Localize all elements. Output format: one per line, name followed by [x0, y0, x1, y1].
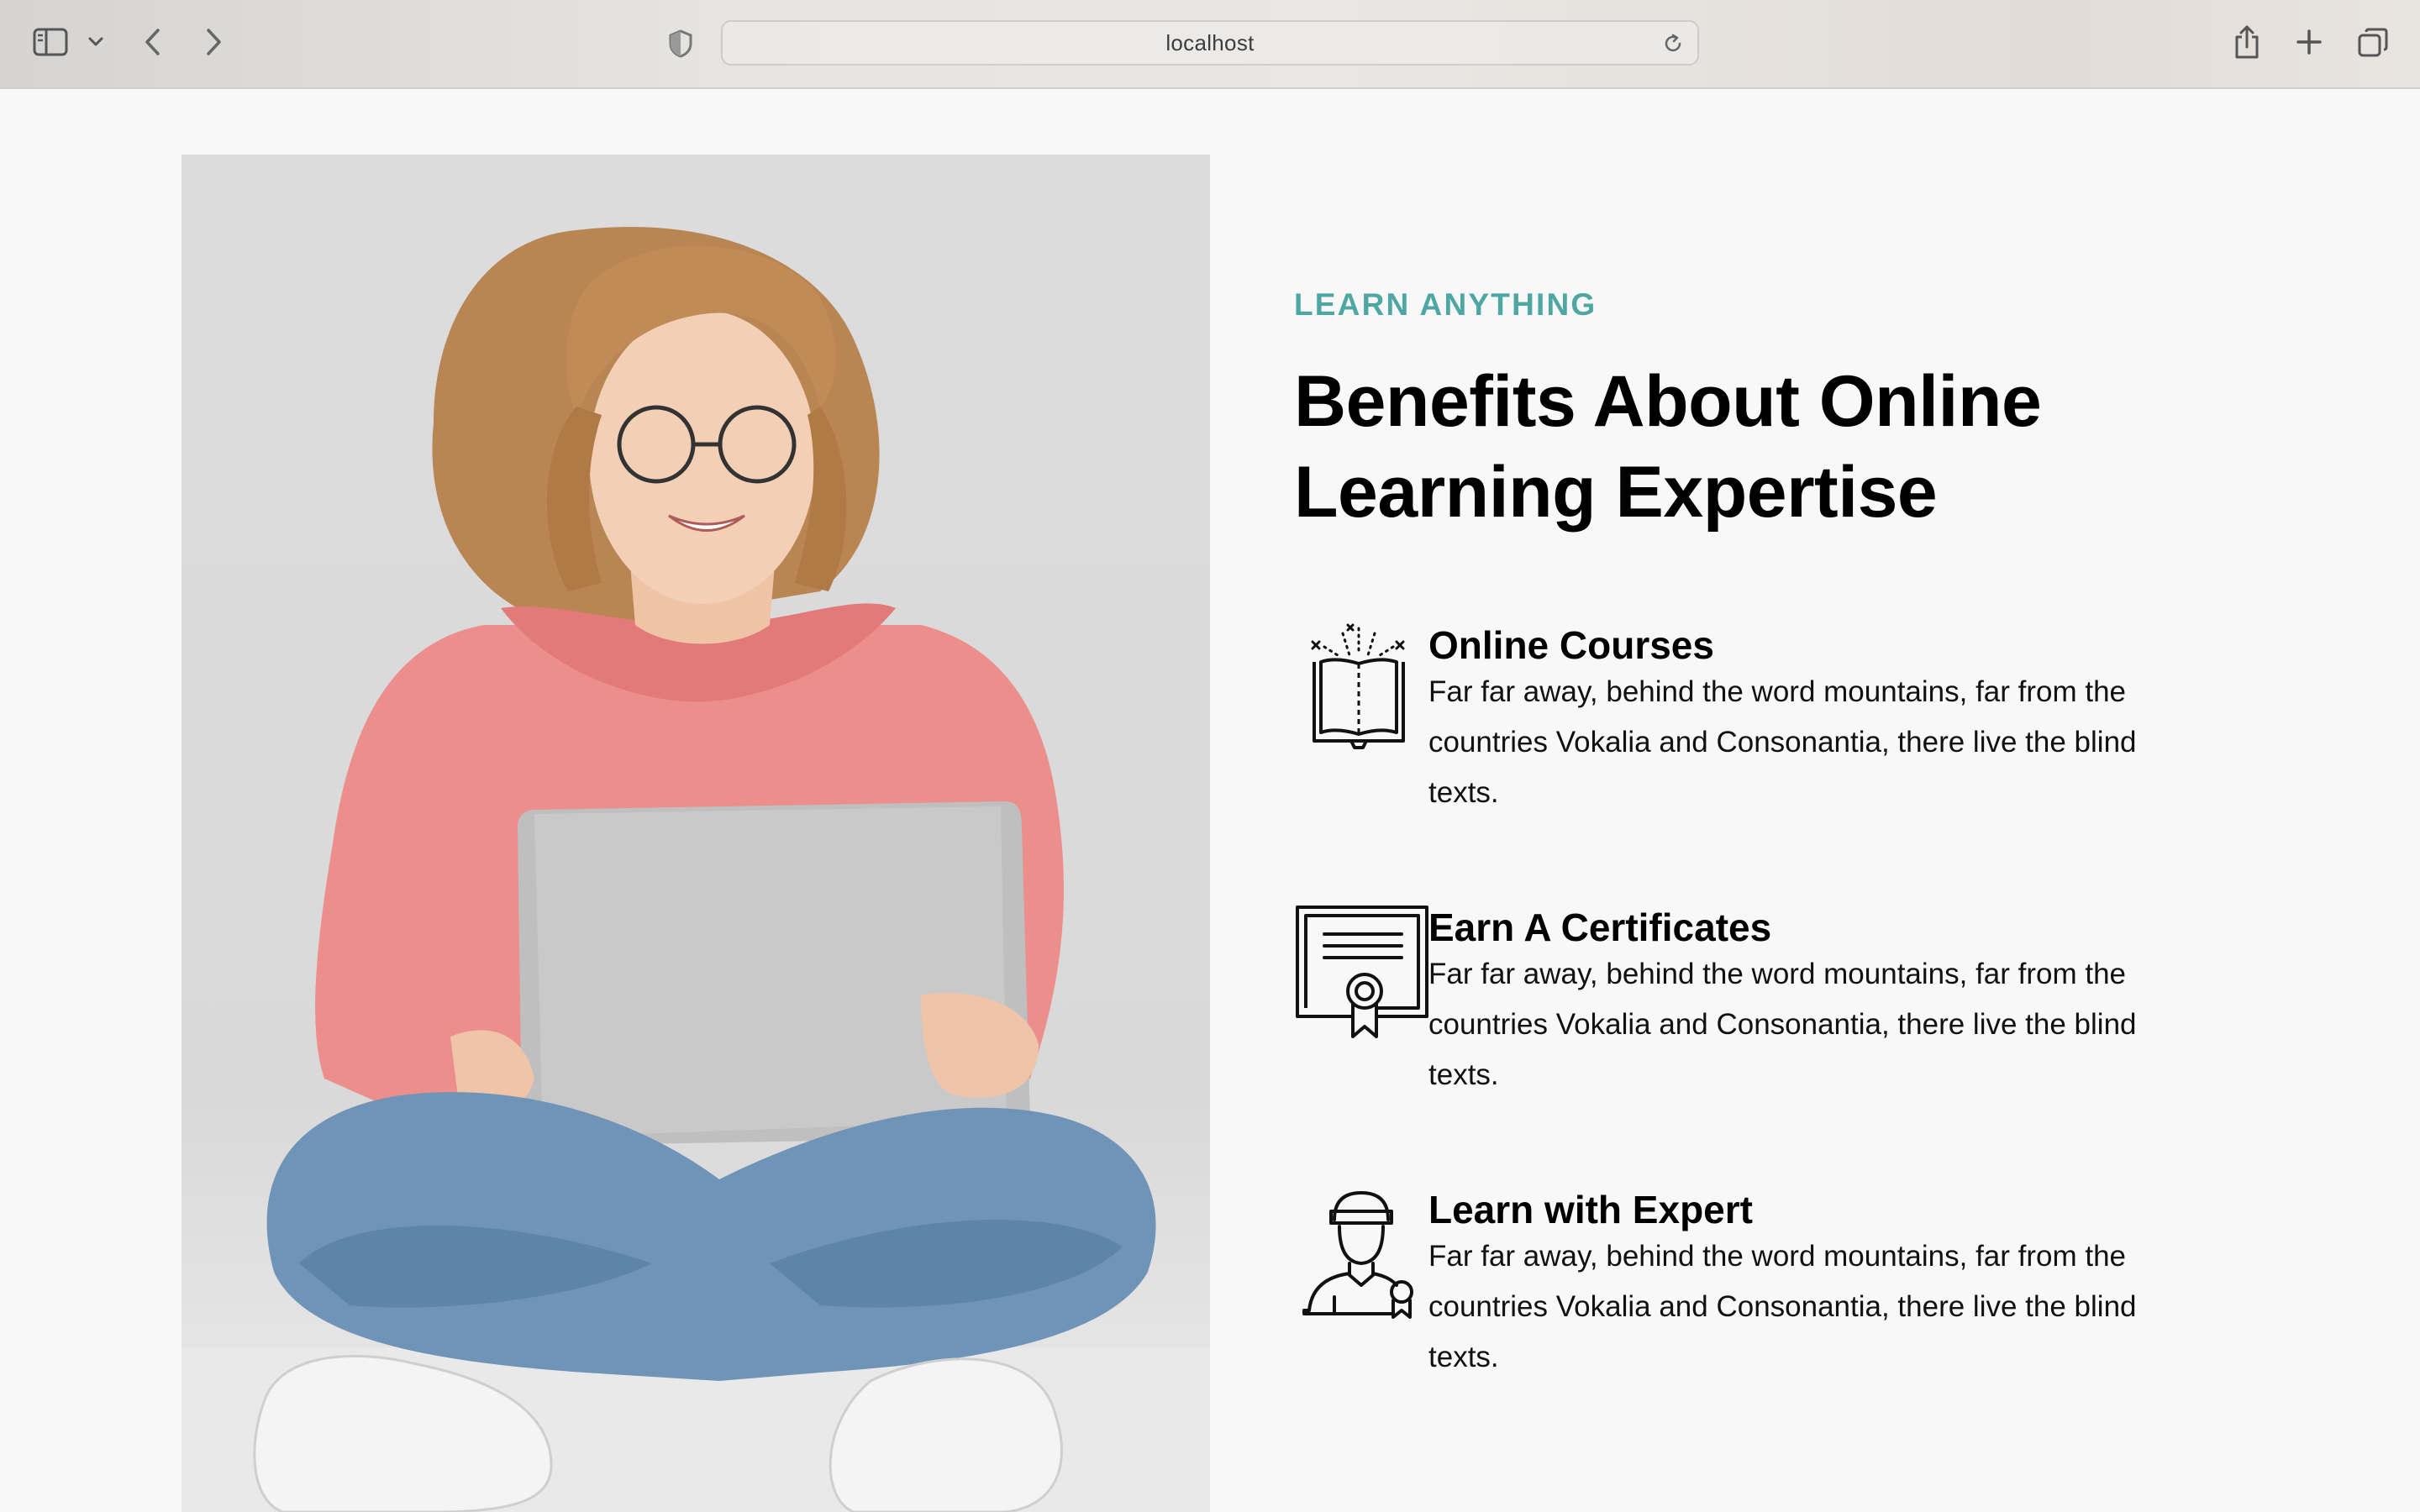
browser-toolbar: localhost: [0, 0, 2420, 89]
forward-arrow-icon[interactable]: [198, 24, 229, 60]
certificate-icon: [1294, 904, 1428, 1047]
open-book-icon: [1294, 622, 1428, 764]
feature-title: Online Courses: [1428, 623, 1714, 667]
tab-overview-icon[interactable]: [2354, 25, 2391, 60]
section-subheading: LEARN ANYTHING: [1294, 287, 1597, 322]
feature-description: Far far away, behind the word mountains,…: [1428, 1240, 2137, 1373]
reload-icon[interactable]: [1660, 31, 1686, 56]
feature-description: Far far away, behind the word mountains,…: [1428, 958, 2137, 1091]
feature-description: Far far away, behind the word mountains,…: [1428, 675, 2137, 809]
privacy-shield-icon[interactable]: [664, 25, 697, 62]
address-text: localhost: [1165, 29, 1255, 55]
address-bar[interactable]: localhost: [721, 20, 1699, 66]
expert-person-icon: [1294, 1186, 1428, 1329]
new-tab-icon[interactable]: [2292, 25, 2326, 59]
feature-title: Learn with Expert: [1428, 1188, 1753, 1231]
sidebar-icon[interactable]: [32, 25, 69, 59]
back-arrow-icon[interactable]: [138, 24, 168, 60]
chevron-down-icon[interactable]: [84, 32, 108, 52]
section-title: Benefits About Online Learning Expertise: [1294, 361, 2042, 533]
student-photo: [182, 155, 1210, 1512]
share-icon[interactable]: [2230, 22, 2264, 62]
feature-title: Earn A Certificates: [1428, 906, 1772, 949]
